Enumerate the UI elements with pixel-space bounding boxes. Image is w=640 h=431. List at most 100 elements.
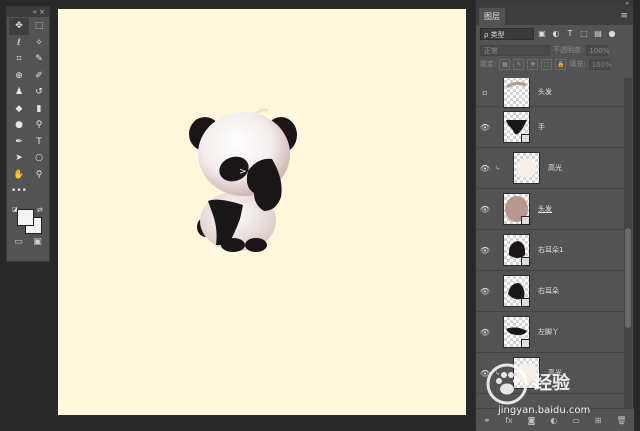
ellipse-tool-icon[interactable]: ○ bbox=[29, 150, 49, 167]
layer-row[interactable]: ▫ 头发 bbox=[476, 78, 624, 108]
clipping-mask-icon: ↳ bbox=[494, 369, 501, 377]
layers-tab-bar: 图层 ≡ bbox=[476, 7, 633, 25]
fill-input[interactable]: 100% bbox=[588, 58, 612, 70]
zoom-tool-icon[interactable]: ⚲ bbox=[29, 167, 49, 184]
smart-object-badge-icon bbox=[521, 134, 530, 143]
new-layer-icon[interactable]: ⊞ bbox=[595, 416, 602, 425]
mask-icon[interactable]: ◙ bbox=[528, 416, 536, 425]
layer-thumbnail[interactable] bbox=[503, 234, 530, 266]
visibility-eye-icon[interactable]: 👁 bbox=[476, 123, 494, 132]
visibility-eye-icon[interactable]: 👁 bbox=[476, 205, 494, 214]
document-canvas[interactable]: > bbox=[58, 9, 466, 415]
opacity-input[interactable]: 100% bbox=[586, 44, 609, 56]
kind-filter-select[interactable]: ρ 类型 bbox=[480, 28, 534, 40]
trash-icon[interactable]: 🗑 bbox=[616, 416, 626, 425]
layer-name[interactable]: 右耳朵 bbox=[538, 286, 559, 296]
layers-panel-header[interactable]: » bbox=[476, 0, 633, 7]
visibility-eye-icon[interactable]: 👁 bbox=[476, 246, 494, 255]
layer-name[interactable]: 高光 bbox=[548, 163, 562, 173]
layer-row[interactable]: 👁 手 bbox=[476, 107, 624, 148]
type-tool-icon[interactable]: T bbox=[29, 134, 49, 151]
smart-filter-icon[interactable]: ▤ bbox=[593, 29, 603, 39]
layer-name[interactable]: 手 bbox=[538, 122, 545, 132]
scrollbar-thumb[interactable] bbox=[625, 228, 631, 328]
layer-name[interactable]: 头发 bbox=[538, 204, 552, 214]
visibility-eye-icon[interactable]: 👁 bbox=[476, 164, 494, 173]
screen-mode-icon[interactable]: ▣ bbox=[33, 237, 42, 247]
tab-layers[interactable]: 图层 bbox=[479, 8, 505, 25]
layer-name[interactable]: 右耳朵1 bbox=[538, 245, 563, 255]
lock-option-3-icon[interactable]: ⬚ bbox=[541, 58, 553, 70]
visibility-eye-icon[interactable]: 👁 bbox=[476, 287, 494, 296]
tools-panel: « × ✥ ⬚ ℓ ✧ ⌗ ✎ ⊕ ✐ ♟ ↺ ◆ ▮ ● ⚲ ✒ T ➤ ○ ✋ ⚲ ••• ◪ ⇄ ▭ ▣ bbox=[6, 6, 50, 262]
type-filter-icon[interactable]: T bbox=[565, 29, 575, 39]
layer-thumbnail[interactable] bbox=[513, 152, 540, 184]
gradient-tool-icon[interactable]: ▮ bbox=[29, 101, 49, 118]
toggle-filter-icon[interactable]: ● bbox=[607, 29, 617, 39]
eraser-tool-icon[interactable]: ◆ bbox=[9, 101, 29, 118]
fill-label: 填充: bbox=[569, 60, 586, 68]
layers-scrollbar[interactable] bbox=[624, 78, 632, 408]
smart-object-badge-icon bbox=[521, 339, 530, 348]
shape-filter-icon[interactable]: ⬚ bbox=[579, 29, 589, 39]
tools-panel-header[interactable]: « × bbox=[7, 7, 49, 17]
layer-name[interactable]: 头发 bbox=[538, 87, 552, 97]
layer-filter-row: ρ 类型 ▣ ◐ T ⬚ ▤ ● bbox=[476, 25, 633, 43]
lock-icons: ▦ ✎ ✥ ⬚ 🔒 bbox=[499, 58, 567, 70]
hand-tool-icon[interactable]: ✋ bbox=[9, 167, 29, 184]
history-brush-tool-icon[interactable]: ↺ bbox=[29, 84, 49, 101]
lock-option-4-icon[interactable]: 🔒 bbox=[555, 58, 567, 70]
adjustment-icon[interactable]: ◐ bbox=[550, 416, 557, 425]
quick-mask-icon[interactable]: ▭ bbox=[14, 237, 23, 247]
move-tool-icon[interactable]: ✥ bbox=[9, 18, 29, 35]
lasso-tool-icon[interactable]: ℓ bbox=[9, 35, 29, 52]
marquee-tool-icon[interactable]: ⬚ bbox=[29, 18, 49, 35]
dodge-tool-icon[interactable]: ⚲ bbox=[29, 117, 49, 134]
filter-icons: ▣ ◐ T ⬚ ▤ ● bbox=[537, 29, 617, 39]
lock-option-2-icon[interactable]: ✥ bbox=[527, 58, 539, 70]
visibility-eye-icon[interactable]: 👁 bbox=[476, 369, 494, 378]
layer-thumbnail[interactable] bbox=[503, 193, 530, 225]
eyedropper-tool-icon[interactable]: ✎ bbox=[29, 51, 49, 68]
layer-row[interactable]: 👁 ↳ 高光 bbox=[476, 353, 624, 394]
path-selection-tool-icon[interactable]: ➤ bbox=[9, 150, 29, 167]
brush-tool-icon[interactable]: ✐ bbox=[29, 68, 49, 85]
magic-wand-tool-icon[interactable]: ✧ bbox=[29, 35, 49, 52]
smart-object-badge-icon bbox=[521, 298, 530, 307]
layer-thumbnail[interactable] bbox=[503, 275, 530, 307]
lock-option-1-icon[interactable]: ✎ bbox=[513, 58, 525, 70]
layer-row[interactable]: 👁 右耳朵1 bbox=[476, 230, 624, 271]
blend-mode-select[interactable]: 正常 bbox=[480, 44, 550, 56]
layer-row[interactable]: 👁 ↳ 高光 bbox=[476, 148, 624, 189]
image-filter-icon[interactable]: ▣ bbox=[537, 29, 547, 39]
clone-stamp-tool-icon[interactable]: ♟ bbox=[9, 84, 29, 101]
visibility-off-icon[interactable]: ▫ bbox=[476, 88, 494, 97]
crop-tool-icon[interactable]: ⌗ bbox=[9, 51, 29, 68]
layer-name[interactable]: 高光 bbox=[548, 368, 562, 378]
clipping-mask-icon: ↳ bbox=[494, 164, 501, 172]
link-layers-icon[interactable]: ⚭ bbox=[483, 416, 490, 425]
layer-row[interactable]: 👁 右耳朵 bbox=[476, 271, 624, 312]
adjustment-filter-icon[interactable]: ◐ bbox=[551, 29, 561, 39]
layer-thumbnail[interactable] bbox=[513, 357, 540, 389]
blur-tool-icon[interactable]: ● bbox=[9, 117, 29, 134]
healing-brush-tool-icon[interactable]: ⊕ bbox=[9, 68, 29, 85]
color-swatches: ◪ ⇄ bbox=[7, 203, 49, 237]
layer-row[interactable]: 👁 左脚丫 bbox=[476, 312, 624, 353]
foreground-color-swatch[interactable] bbox=[17, 208, 34, 226]
fx-icon[interactable]: fx bbox=[505, 416, 513, 425]
layer-row[interactable]: 👁 头发 bbox=[476, 189, 624, 230]
layer-thumbnail[interactable] bbox=[503, 78, 530, 108]
layer-thumbnail[interactable] bbox=[503, 316, 530, 348]
layers-panel: » 图层 ≡ ρ 类型 ▣ ◐ T ⬚ ▤ ● 正常 不透明度: 100% 锁定: ▦ ✎ ✥… bbox=[475, 0, 634, 431]
visibility-eye-icon[interactable]: 👁 bbox=[476, 328, 494, 337]
lock-option-0-icon[interactable]: ▦ bbox=[499, 58, 511, 70]
layer-list: ▫ 头发 👁 手 👁 ↳ 高光 👁 头发 👁 右耳朵1 👁 右耳朵 👁 左脚丫 👁 ↳ 高光 bbox=[476, 78, 624, 408]
more-tools-icon[interactable]: ••• bbox=[9, 183, 29, 200]
layer-thumbnail[interactable] bbox=[503, 111, 530, 143]
swap-colors-icon[interactable]: ⇄ bbox=[37, 206, 43, 214]
panel-menu-icon[interactable]: ≡ bbox=[620, 11, 633, 25]
pen-tool-icon[interactable]: ✒ bbox=[9, 134, 29, 151]
layer-name[interactable]: 左脚丫 bbox=[538, 327, 559, 337]
group-icon[interactable]: ▭ bbox=[572, 416, 580, 425]
